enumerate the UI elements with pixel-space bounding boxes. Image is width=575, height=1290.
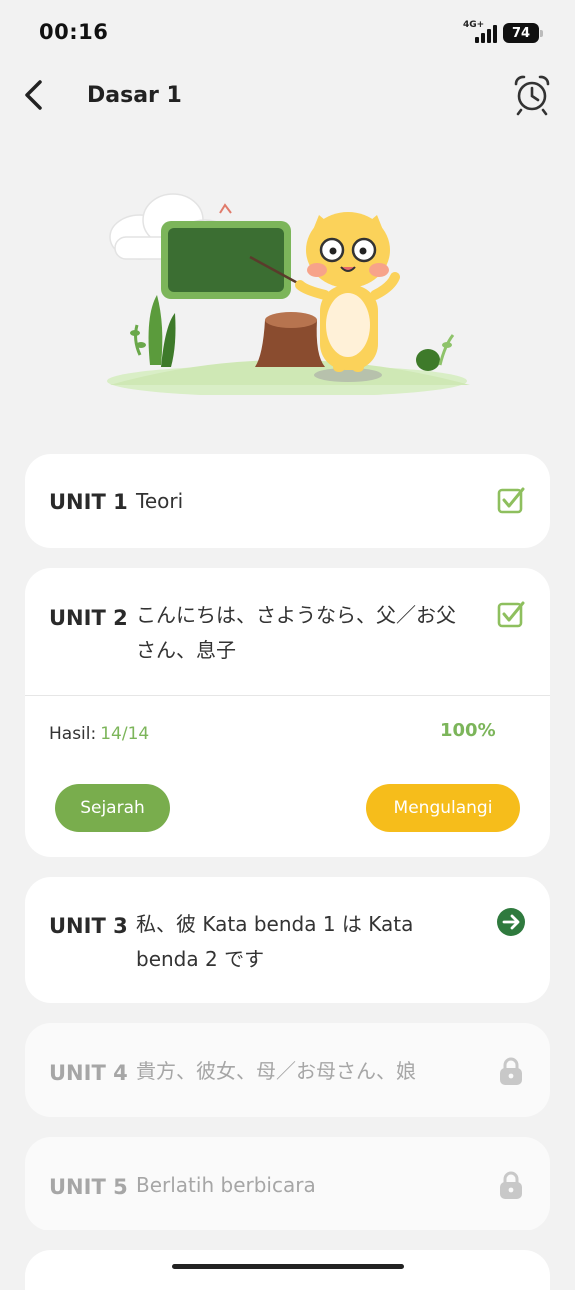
unit-title: Teori xyxy=(136,489,184,513)
unit-title: 私、彼 Kata benda 1 は Kata benda 2 です xyxy=(136,907,496,977)
mascot-illustration xyxy=(107,193,470,395)
unit-label: UNIT 4 xyxy=(49,1061,128,1085)
unit-label: UNIT 5 xyxy=(49,1175,128,1199)
lock-icon xyxy=(500,1171,522,1199)
battery-icon: 74 xyxy=(503,23,543,43)
app-header: Dasar 1 xyxy=(0,68,575,132)
unit-card-peek xyxy=(25,1250,550,1290)
unit-title-line-1: こんにちは、さようなら、父／お父 xyxy=(136,603,456,627)
result-label: Hasil: xyxy=(49,724,97,744)
unit-title: 貴方、彼女、母／お母さん、娘 xyxy=(136,1059,416,1083)
unit-card-5[interactable]: UNIT 5 Berlatih berbicara xyxy=(25,1137,550,1231)
status-time: 00:16 xyxy=(39,20,109,44)
repeat-button[interactable]: Mengulangi xyxy=(366,784,520,832)
checkbox-checked-icon xyxy=(497,601,525,628)
unit-card-1[interactable]: UNIT 1 Teori xyxy=(25,454,550,548)
unit-label: UNIT 1 xyxy=(49,490,128,514)
page-title: Dasar 1 xyxy=(87,83,182,108)
alarm-clock-icon xyxy=(514,75,550,116)
unit-title-line-2: さん、息子 xyxy=(136,638,236,662)
result-score: 14/14 xyxy=(100,724,150,744)
history-button[interactable]: Sejarah xyxy=(55,784,170,832)
lock-icon xyxy=(500,1057,522,1085)
result-percent: 100% xyxy=(440,720,496,741)
unit-card-3[interactable]: UNIT 3 私、彼 Kata benda 1 は Kata benda 2 で… xyxy=(25,877,550,1003)
back-button[interactable] xyxy=(20,78,52,114)
alarm-button[interactable] xyxy=(512,74,552,116)
chevron-left-icon xyxy=(25,80,42,110)
checkbox-checked-icon xyxy=(497,487,525,514)
status-bar: 00:16 4G+ 74 xyxy=(0,0,575,68)
unit-card-2[interactable]: UNIT 2 こんにちは、さようなら、父／お父 さん、息子 Hasil: 14/1… xyxy=(25,568,550,857)
status-icons: 4G+ 74 xyxy=(463,20,543,44)
battery-level: 74 xyxy=(511,25,531,41)
unit-title: こんにちは、さようなら、父／お父 さん、息子 xyxy=(136,598,496,668)
unit-title-line-1: 私、彼 Kata benda 1 は Kata xyxy=(136,912,414,936)
divider xyxy=(25,695,550,696)
unit-card-4[interactable]: UNIT 4 貴方、彼女、母／お母さん、娘 xyxy=(25,1023,550,1117)
result-row: Hasil: 14/14 xyxy=(49,724,149,744)
unit-label: UNIT 2 xyxy=(49,606,128,630)
unit-title-line-2: benda 2 です xyxy=(136,947,265,971)
unit-label: UNIT 3 xyxy=(49,914,128,938)
arrow-right-circle-icon[interactable] xyxy=(496,907,526,937)
unit-title: Berlatih berbicara xyxy=(136,1173,316,1197)
signal-icon: 4G+ xyxy=(463,20,497,44)
home-indicator[interactable] xyxy=(172,1264,404,1269)
